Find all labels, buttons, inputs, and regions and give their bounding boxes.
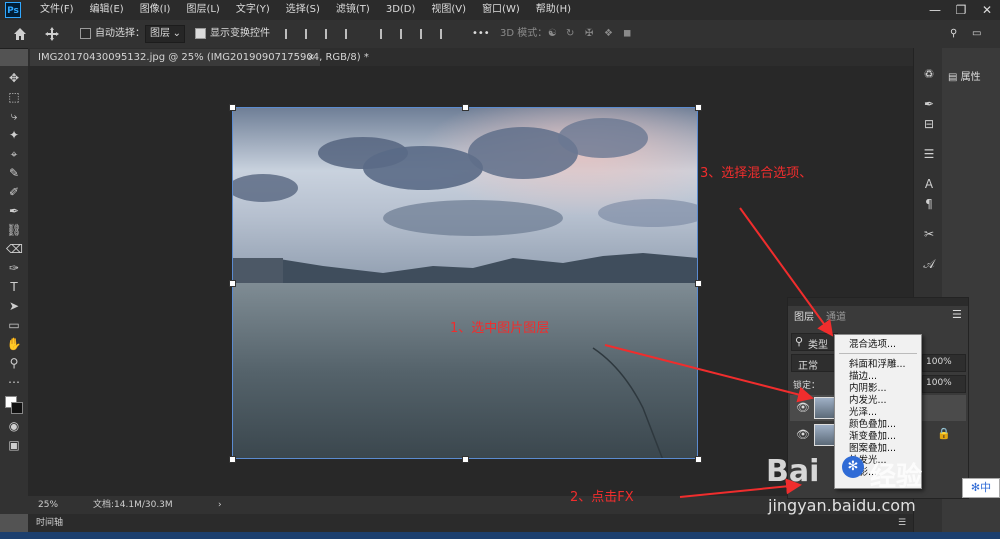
ime-indicator[interactable]: ✻中 [962, 478, 1000, 498]
watermark-url: jingyan.baidu.com [768, 496, 916, 515]
ime-label: 中 [980, 481, 992, 494]
arrow-step1 [604, 344, 814, 403]
baidu-watermark: Bai ✻ 经验 jingyan.baidu.com [762, 452, 962, 522]
paw-icon: ✻ [970, 481, 981, 494]
annotation-step3: 3、选择混合选项、 [700, 166, 813, 181]
watermark-brand: Bai [766, 454, 820, 489]
arrow-step3 [739, 207, 834, 337]
annotation-step2: 2、点击FX [570, 490, 634, 505]
watermark-brand2: 经验 [870, 462, 923, 492]
annotation-step1: 1、选中图片图层 [450, 321, 550, 336]
paw-icon: ✻ [842, 456, 864, 478]
